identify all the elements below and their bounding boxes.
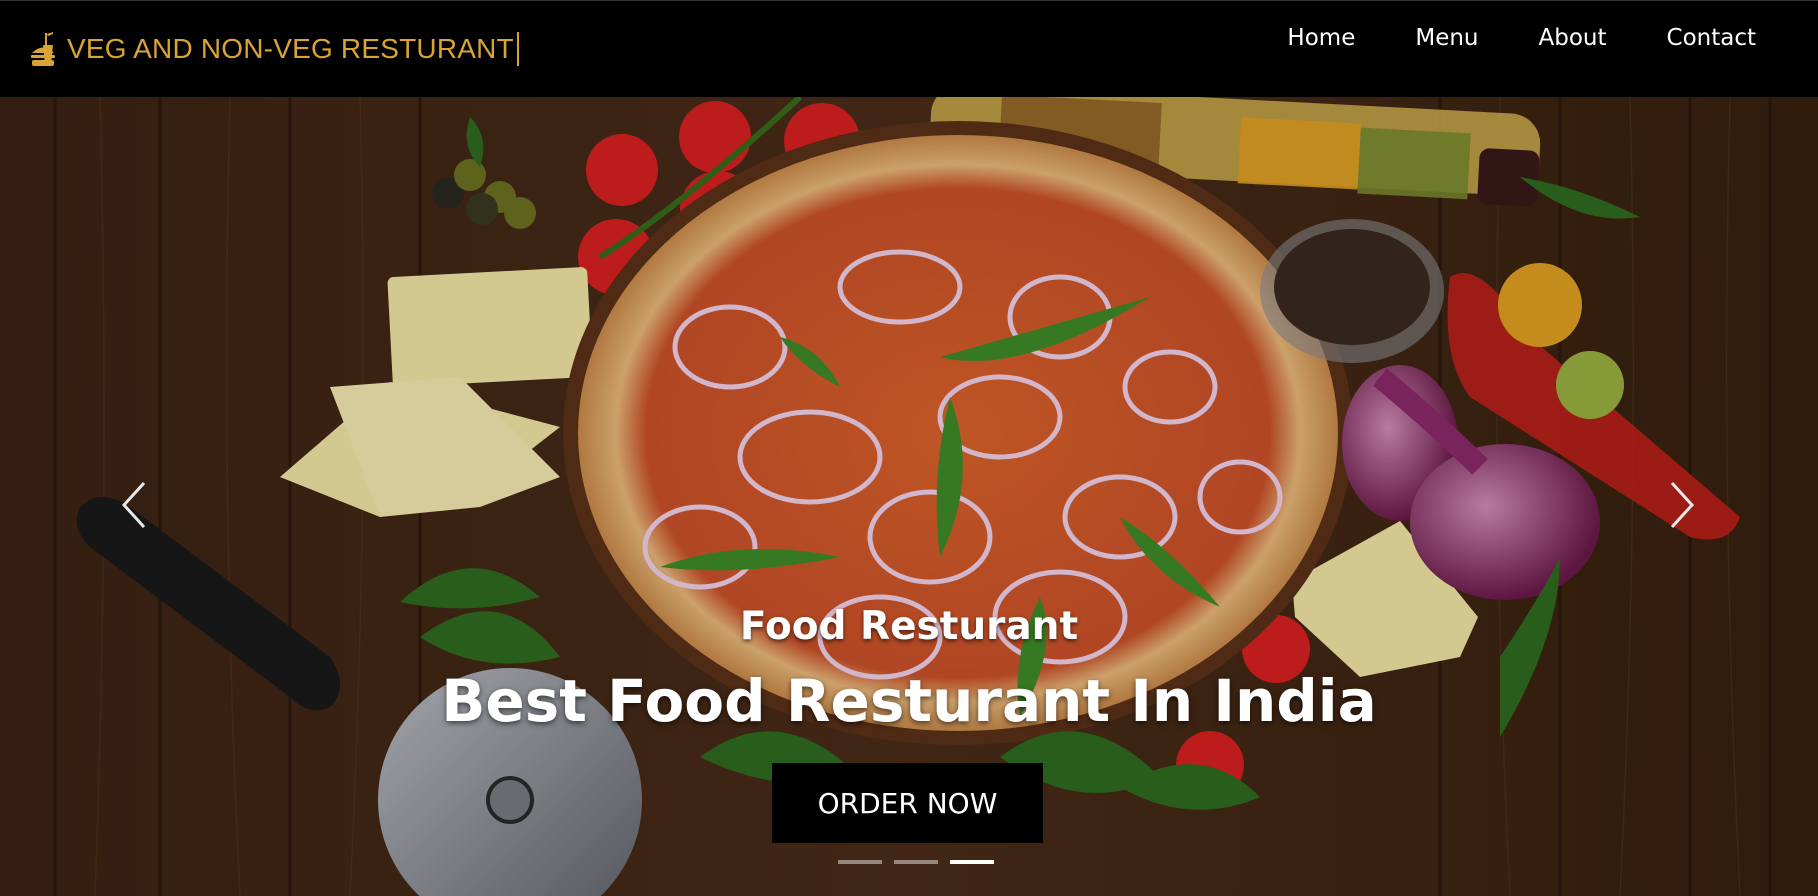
hero-carousel: Food Resturant Best Food Resturant In In… xyxy=(0,97,1818,896)
carousel-indicator-1[interactable] xyxy=(838,860,882,864)
nav-menu[interactable]: Menu xyxy=(1415,25,1478,51)
carousel-prev-button[interactable] xyxy=(114,475,154,535)
chevron-left-icon xyxy=(121,481,146,529)
burger-drink-icon xyxy=(31,32,55,66)
brand-name: VEG AND NON-VEG RESTURANT xyxy=(67,33,514,64)
nav-about[interactable]: About xyxy=(1539,25,1607,51)
carousel-indicators xyxy=(832,860,1000,864)
carousel-indicator-2[interactable] xyxy=(894,860,938,864)
carousel-next-button[interactable] xyxy=(1662,475,1702,535)
carousel-indicator-3[interactable] xyxy=(950,860,994,864)
nav-home[interactable]: Home xyxy=(1287,25,1355,51)
navbar: VEG AND NON-VEG RESTURANT Home Menu Abou… xyxy=(0,0,1818,97)
nav-links: Home Menu About Contact xyxy=(1227,25,1756,51)
brand-link[interactable]: VEG AND NON-VEG RESTURANT xyxy=(31,31,519,67)
nav-contact[interactable]: Contact xyxy=(1667,25,1756,51)
hero-title: Best Food Resturant In India xyxy=(441,667,1377,735)
chevron-right-icon xyxy=(1670,481,1695,529)
order-now-button[interactable]: ORDER NOW xyxy=(772,763,1043,843)
text-cursor xyxy=(516,32,519,66)
hero-subtitle: Food Resturant xyxy=(739,604,1079,649)
